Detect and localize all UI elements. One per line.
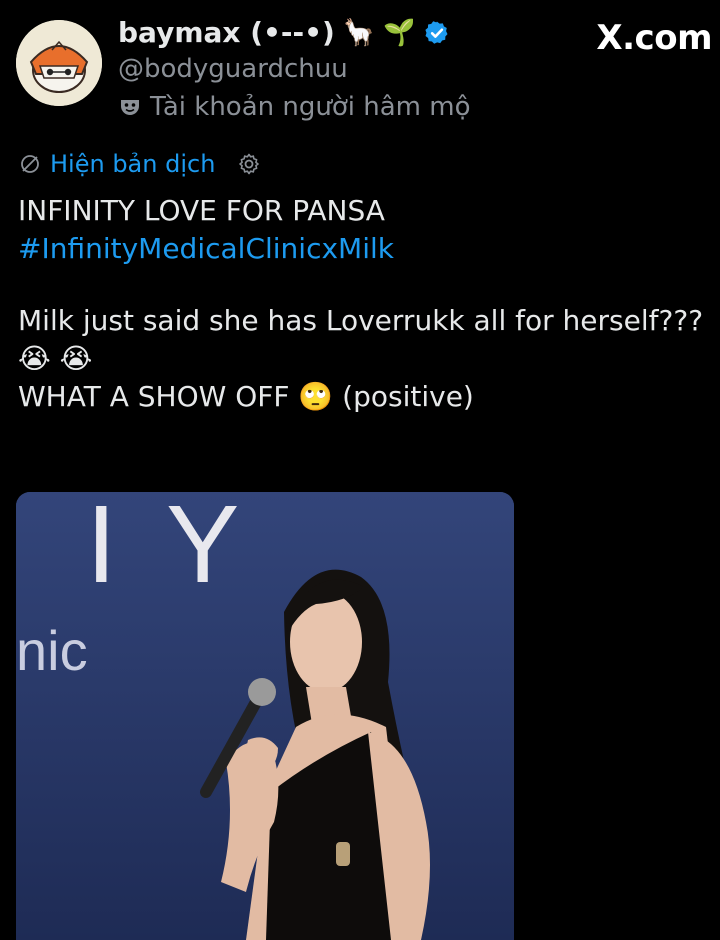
hashtag-link[interactable]: #InfinityMedicalClinicxMilk: [18, 230, 718, 268]
tweet-body: INFINITY LOVE FOR PANSA #InfinityMedical…: [18, 192, 718, 416]
show-translation-link[interactable]: Hiện bản dịch: [50, 150, 215, 178]
llama-emoji: 🦙: [342, 17, 376, 48]
backdrop-word: nic: [16, 619, 88, 682]
brand-watermark: X.com: [596, 18, 712, 58]
baymax-avatar-image: [16, 20, 102, 106]
media-photo: I Y nic: [16, 492, 514, 940]
user-handle[interactable]: @bodyguardchuu: [118, 54, 348, 84]
backdrop-letter-y: Y: [166, 492, 239, 606]
display-name-row[interactable]: baymax (•--•) 🦙 🌱: [118, 16, 450, 49]
tweet-line-3: Milk just said she has Loverrukk all for…: [18, 304, 704, 337]
tweet-screenshot: baymax (•--•) 🦙 🌱 @bodyguardchuu Tài kho…: [0, 0, 720, 940]
backdrop-letter-i: I: [86, 492, 117, 606]
display-name[interactable]: baymax (•--•): [118, 16, 335, 49]
translate-row: Hiện bản dịch: [18, 150, 261, 178]
fan-account-label: Tài khoản người hâm mộ: [150, 92, 471, 122]
crying-emojis: 😭 😭: [18, 342, 93, 375]
verified-badge-icon: [425, 20, 448, 44]
tweet-line-5-suffix: (positive): [342, 380, 474, 413]
avatar[interactable]: [16, 20, 102, 106]
fan-account-label-row: Tài khoản người hâm mộ: [118, 92, 470, 122]
seedling-emoji: 🌱: [383, 17, 416, 48]
tweet-line-1: INFINITY LOVE FOR PANSA: [18, 194, 385, 227]
tweet-media[interactable]: I Y nic: [16, 492, 514, 940]
translate-icon: [21, 155, 39, 173]
gear-icon[interactable]: [237, 152, 261, 176]
tweet-line-5: WHAT A SHOW OFF 🙄 (positive): [18, 378, 718, 416]
eye-roll-emoji: 🙄: [298, 380, 334, 413]
mask-icon: [121, 100, 139, 115]
tweet-line-5-text: WHAT A SHOW OFF: [18, 380, 290, 413]
